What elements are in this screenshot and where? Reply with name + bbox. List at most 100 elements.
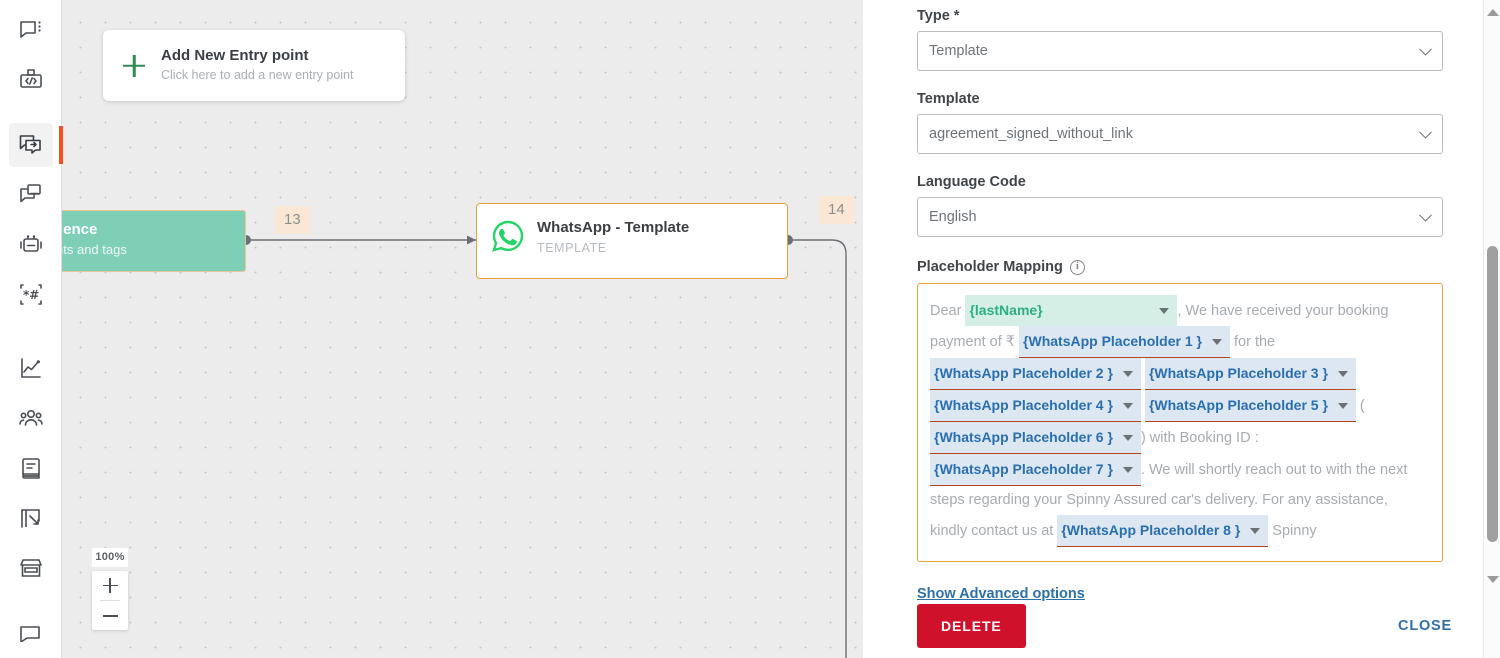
- audience-icon: [18, 406, 44, 432]
- chip-dropdown-arrow-icon: [1250, 528, 1261, 534]
- whatsapp-icon: [491, 219, 525, 253]
- app-root: *# Add New Entry point Click here to add…: [0, 0, 1500, 658]
- whatsapp-node-badge: 14: [819, 196, 854, 224]
- template-select-value: agreement_signed_without_link: [929, 126, 1133, 142]
- sidebar-item-store[interactable]: [9, 547, 53, 591]
- zoom-in-button[interactable]: [92, 571, 128, 600]
- store-icon: [18, 556, 44, 582]
- sidebar-item-catalog[interactable]: [9, 447, 53, 491]
- entry-node-subtitle: Click here to add a new entry point: [161, 68, 354, 83]
- language-field-label: Language Code: [917, 174, 1026, 190]
- forms-icon: [18, 506, 44, 532]
- placeholder-chip-label: {WhatsApp Placeholder 4 }: [934, 397, 1113, 413]
- chip-dropdown-arrow-icon: [1122, 403, 1133, 409]
- help-icon-button[interactable]: [9, 611, 53, 655]
- info-icon[interactable]: i: [1069, 259, 1085, 275]
- whatsapp-template-node[interactable]: WhatsApp - Template TEMPLATE: [476, 203, 788, 279]
- chevron-down-icon: [1419, 208, 1432, 222]
- sidebar-item-analytics[interactable]: [9, 347, 53, 391]
- whatsapp-node-text: WhatsApp - Template TEMPLATE: [537, 218, 689, 255]
- chip-dropdown-arrow-icon: [1337, 403, 1348, 409]
- placeholder-chip-label: {lastName}: [969, 302, 1043, 318]
- close-button[interactable]: CLOSE: [1384, 608, 1466, 644]
- type-select[interactable]: Template: [917, 31, 1443, 71]
- plus-icon: [117, 49, 151, 83]
- zoom-controls: 100%: [92, 548, 128, 630]
- code-box-icon-button[interactable]: [9, 59, 53, 103]
- audience-node[interactable]: d Audience segments and tags: [62, 210, 246, 272]
- type-field-label: Type *: [917, 8, 960, 24]
- journey-icon: [18, 132, 44, 158]
- node-settings-form: Type * Template Template agreement_signe…: [863, 0, 1483, 658]
- show-advanced-options-link[interactable]: Show Advanced options: [917, 586, 1085, 602]
- type-select-value: Template: [929, 43, 988, 59]
- placeholder-chip-label: {WhatsApp Placeholder 3 }: [1148, 365, 1328, 381]
- placeholder-chip[interactable]: {WhatsApp Placeholder 4 }: [930, 390, 1141, 422]
- placeholder-chip[interactable]: {lastName}: [965, 295, 1178, 326]
- placeholder-chip[interactable]: {WhatsApp Placeholder 7 }: [930, 454, 1141, 486]
- sidebar-item-forms[interactable]: [9, 497, 53, 541]
- scroll-up-arrow[interactable]: [1484, 4, 1500, 21]
- placeholder-mapping-header: Placeholder Mapping i: [917, 259, 1443, 275]
- placeholder-static-text: Dear: [930, 303, 966, 319]
- left-icon-rail: *#: [0, 0, 63, 658]
- campaign-icon: [18, 182, 44, 208]
- audience-node-title: d Audience: [62, 221, 98, 238]
- help-chat-icon: [18, 624, 44, 642]
- placeholder-static-text: (: [1355, 398, 1365, 414]
- placeholder-chip[interactable]: {WhatsApp Placeholder 3 }: [1144, 358, 1356, 390]
- sidebar-item-bots[interactable]: [9, 223, 53, 267]
- rail-group-top: [0, 0, 61, 112]
- placeholder-mapping-label: Placeholder Mapping: [917, 259, 1063, 275]
- chip-dropdown-arrow-icon: [1337, 371, 1348, 377]
- entry-node-title: Add New Entry point: [161, 47, 309, 65]
- placeholder-chip-label: {WhatsApp Placeholder 1 }: [1023, 333, 1202, 349]
- chat-icon: [18, 18, 44, 44]
- audience-node-badge: 13: [275, 206, 310, 234]
- placeholder-chip-label: {WhatsApp Placeholder 2 }: [934, 365, 1113, 381]
- placeholder-mapping-editor[interactable]: Dear {lastName}, We have received your b…: [917, 283, 1443, 562]
- rail-group-footer: [0, 602, 61, 658]
- chevron-down-icon: [1419, 42, 1432, 56]
- language-select[interactable]: English: [917, 197, 1443, 237]
- sidebar-item-campaigns[interactable]: [9, 173, 53, 217]
- placeholder-chip-label: {WhatsApp Placeholder 7 }: [934, 461, 1113, 477]
- chip-dropdown-arrow-icon: [1211, 339, 1222, 345]
- placeholder-chip[interactable]: {WhatsApp Placeholder 1 }: [1019, 326, 1230, 358]
- code-box-icon: [18, 68, 44, 94]
- scroll-thumb[interactable]: [1487, 246, 1498, 542]
- analytics-icon: [18, 356, 44, 382]
- template-icon: *#: [18, 282, 44, 308]
- placeholder-chip-label: {WhatsApp Placeholder 5 }: [1148, 397, 1328, 413]
- placeholder-static-text: for the: [1229, 334, 1276, 350]
- sidebar-item-audience[interactable]: [9, 397, 53, 441]
- sidebar-item-journeys[interactable]: [8, 123, 63, 167]
- whatsapp-node-subtitle: TEMPLATE: [537, 240, 607, 255]
- template-field-label: Template: [917, 91, 980, 107]
- placeholder-chip[interactable]: {WhatsApp Placeholder 5 }: [1144, 390, 1356, 422]
- scroll-down-arrow[interactable]: [1484, 571, 1500, 588]
- rail-group-bottom: [0, 328, 61, 600]
- language-select-value: English: [929, 209, 977, 225]
- placeholder-chip[interactable]: {WhatsApp Placeholder 2 }: [930, 358, 1141, 390]
- placeholder-static-text: Spinny: [1268, 523, 1317, 539]
- placeholder-chip[interactable]: {WhatsApp Placeholder 6 }: [930, 422, 1141, 454]
- chip-dropdown-arrow-icon: [1122, 371, 1133, 377]
- chat-icon-button[interactable]: [9, 9, 53, 53]
- entry-node-text: Add New Entry point Click here to add a …: [161, 46, 353, 85]
- zoom-out-button[interactable]: [92, 601, 128, 630]
- placeholder-chip-label: {WhatsApp Placeholder 6 }: [934, 429, 1113, 445]
- whatsapp-node-title: WhatsApp - Template: [537, 219, 690, 236]
- add-entry-point-node[interactable]: Add New Entry point Click here to add a …: [103, 30, 405, 101]
- journey-canvas[interactable]: Add New Entry point Click here to add a …: [62, 0, 863, 658]
- sidebar-item-templates[interactable]: *#: [9, 273, 53, 317]
- template-select[interactable]: agreement_signed_without_link: [917, 114, 1443, 154]
- chip-dropdown-arrow-icon: [1122, 467, 1133, 473]
- delete-button[interactable]: DELETE: [917, 604, 1026, 648]
- svg-text:*#: *#: [23, 288, 39, 302]
- node-settings-panel: Type * Template Template agreement_signe…: [863, 0, 1500, 658]
- placeholder-static-text: ) with Booking ID :: [1140, 430, 1259, 446]
- catalog-icon: [18, 456, 44, 482]
- placeholder-chip[interactable]: {WhatsApp Placeholder 8 }: [1057, 515, 1269, 547]
- panel-scrollbar[interactable]: [1483, 0, 1500, 658]
